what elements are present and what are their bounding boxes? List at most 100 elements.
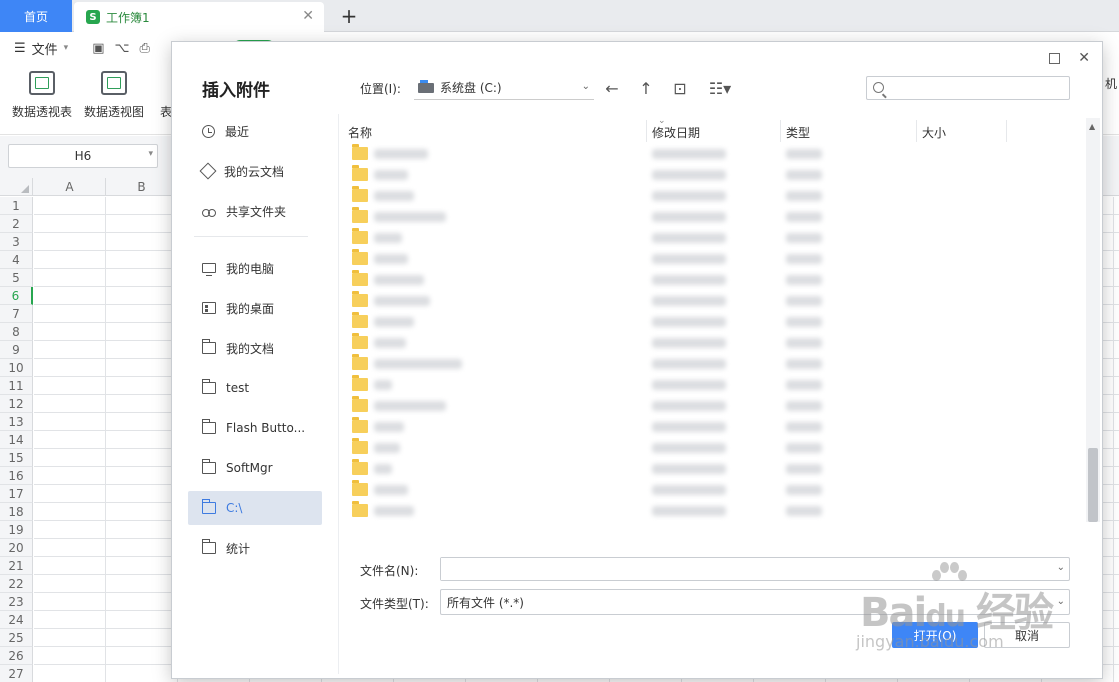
row-header[interactable]: 10 [0,359,33,377]
filename-input[interactable] [441,558,1041,580]
table-button[interactable]: 表 [160,103,172,120]
name-box[interactable]: H6 ▾ [8,144,158,168]
sidebar-item-4[interactable]: 我的桌面 [188,291,322,325]
row-header[interactable]: 12 [0,395,33,413]
column-separator[interactable] [780,120,781,142]
row-header[interactable]: 27 [0,665,33,682]
file-row[interactable] [342,165,1082,186]
sidebar-item-0[interactable]: 最近 [188,114,322,148]
chevron-down-icon[interactable]: ⌄ [1057,562,1065,573]
back-arrow-icon[interactable]: ← [604,78,620,98]
location-select[interactable]: 系统盘 (C:) ⌄ [414,76,594,100]
sidebar-item-8[interactable]: SoftMgr [188,451,322,485]
search-box[interactable] [866,76,1070,100]
cancel-button[interactable]: 取消 [984,622,1070,648]
pivot-chart-button[interactable]: 数据透视图 [84,71,144,120]
file-row[interactable] [342,228,1082,249]
scrollbar-thumb[interactable] [1088,448,1098,522]
open-button[interactable]: 打开(O) [892,622,978,648]
row-header[interactable]: 26 [0,647,33,665]
row-header[interactable]: 23 [0,593,33,611]
row-header[interactable]: 4 [0,251,33,269]
file-row[interactable] [342,396,1082,417]
file-row[interactable] [342,249,1082,270]
row-header[interactable]: 1 [0,197,33,215]
row-header[interactable]: 20 [0,539,33,557]
sidebar-item-9[interactable]: C:\ [188,491,322,525]
filename-combo[interactable]: ⌄ [440,557,1070,581]
tab-workbook[interactable]: S 工作簿1 ✕ [74,2,324,32]
file-row[interactable] [342,438,1082,459]
sidebar-item-7[interactable]: Flash Butto... [188,411,322,445]
column-separator[interactable] [916,120,917,142]
file-row[interactable] [342,501,1082,522]
row-header[interactable]: 5 [0,269,33,287]
close-icon[interactable]: ✕ [302,8,314,24]
row-header[interactable]: 14 [0,431,33,449]
file-row[interactable] [342,207,1082,228]
row-header[interactable]: 3 [0,233,33,251]
row-header[interactable]: 19 [0,521,33,539]
search-input[interactable] [891,79,1065,97]
file-row[interactable] [342,459,1082,480]
row-header[interactable]: 16 [0,467,33,485]
row-header[interactable]: 15 [0,449,33,467]
close-icon[interactable]: ✕ [1078,50,1090,66]
sidebar-item-5[interactable]: 我的文档 [188,331,322,365]
file-row[interactable] [342,312,1082,333]
file-row[interactable] [342,144,1082,165]
format-painter-icon[interactable]: ⌥ [115,41,130,56]
file-row[interactable] [342,333,1082,354]
file-row[interactable] [342,186,1082,207]
row-header[interactable]: 13 [0,413,33,431]
file-row[interactable] [342,417,1082,438]
row-header[interactable]: 25 [0,629,33,647]
filetype-select[interactable]: 所有文件 (*.*) ⌄ [440,589,1070,615]
column-separator[interactable] [1006,120,1007,142]
row-header[interactable]: 6 [0,287,33,305]
view-mode-icon[interactable]: ☷▾ [706,78,734,98]
row-header[interactable]: 2 [0,215,33,233]
file-row[interactable] [342,480,1082,501]
row-header[interactable]: 8 [0,323,33,341]
print-icon[interactable]: ⎙ [139,41,149,56]
column-header-b[interactable]: B [106,178,178,196]
save-icon[interactable]: ▣ [92,41,104,56]
column-header-a[interactable]: A [34,178,106,196]
file-type-obscured [786,275,822,285]
file-row[interactable] [342,291,1082,312]
column-modified[interactable]: 修改日期 [652,124,700,141]
sidebar-item-10[interactable]: 统计 [188,531,322,565]
row-header[interactable]: 21 [0,557,33,575]
file-row[interactable] [342,375,1082,396]
tab-home[interactable]: 首页 [0,0,72,32]
row-header[interactable]: 9 [0,341,33,359]
select-all-corner[interactable] [0,178,33,196]
new-folder-icon[interactable]: ⊡ [672,78,688,98]
row-header[interactable]: 17 [0,485,33,503]
vertical-scrollbar[interactable]: ▲ [1086,118,1100,522]
row-header[interactable]: 7 [0,305,33,323]
column-type[interactable]: 类型 [786,124,810,141]
file-row[interactable] [342,354,1082,375]
column-name[interactable]: 名称 [348,124,372,141]
column-size[interactable]: 大小 [922,124,946,141]
sidebar-item-1[interactable]: 我的云文档 [188,154,322,188]
column-separator[interactable] [646,120,647,142]
file-row[interactable] [342,270,1082,291]
file-date-obscured [652,464,726,474]
ribbon-right-partial[interactable]: 机 [1105,75,1117,92]
row-header[interactable]: 18 [0,503,33,521]
sidebar-item-6[interactable]: test [188,371,322,405]
sidebar-item-2[interactable]: 共享文件夹 [188,194,322,228]
row-header[interactable]: 24 [0,611,33,629]
up-arrow-icon[interactable]: ↑ [638,78,654,98]
new-tab-plus-icon[interactable]: + [338,3,360,29]
pivot-table-button[interactable]: 数据透视表 [12,71,72,120]
file-menu-button[interactable]: ☰ 文件 ▾ [0,39,68,58]
row-header[interactable]: 11 [0,377,33,395]
scroll-up-icon[interactable]: ▲ [1089,122,1095,131]
row-header[interactable]: 22 [0,575,33,593]
maximize-icon[interactable] [1049,53,1061,64]
sidebar-item-3[interactable]: 我的电脑 [188,251,322,285]
